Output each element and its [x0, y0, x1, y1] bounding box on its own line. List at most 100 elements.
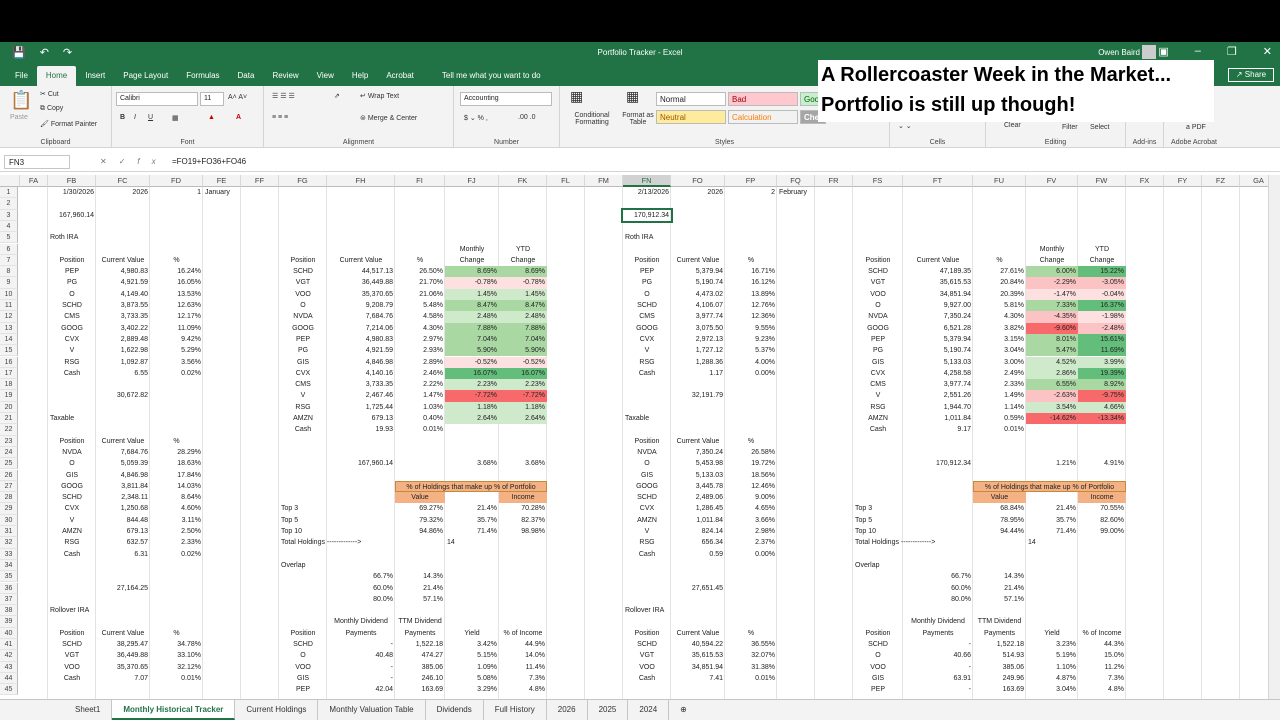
cell-FJ6[interactable]: Monthly — [445, 244, 499, 255]
cell-FI17[interactable]: 2.46% — [395, 368, 445, 379]
cell-FT20[interactable]: 1,944.70 — [903, 402, 973, 413]
cell-FJ21[interactable]: 2.64% — [445, 413, 499, 425]
cell-FC1[interactable]: 2026 — [96, 187, 150, 198]
style-good[interactable]: Goo — [800, 92, 820, 106]
column-header[interactable]: FZ — [1202, 175, 1240, 187]
cell-FT21[interactable]: 1,011.84 — [903, 413, 973, 424]
cell-FO40[interactable]: Current Value — [671, 628, 725, 639]
sheet-tab-sheet1[interactable]: Sheet1 — [64, 700, 113, 720]
cell-FN8[interactable]: PEP — [623, 266, 671, 277]
cell-FH16[interactable]: 4,846.98 — [327, 357, 395, 368]
cell-FN31[interactable]: V — [623, 526, 671, 537]
cell-FN9[interactable]: PG — [623, 277, 671, 288]
cell-FJ11[interactable]: 8.47% — [445, 300, 499, 312]
cell-FC9[interactable]: 4,921.59 — [96, 277, 150, 288]
row-header[interactable]: 13 — [0, 322, 18, 334]
cell-FB29[interactable]: CVX — [48, 503, 96, 514]
cell-FD17[interactable]: 0.02% — [150, 368, 203, 379]
column-header[interactable]: FV — [1026, 175, 1078, 187]
cell-FT37[interactable]: 80.0% — [903, 594, 973, 605]
clear-button[interactable]: Clear — [1004, 122, 1021, 129]
column-header[interactable]: FJ — [445, 175, 499, 187]
cell-FD32[interactable]: 2.33% — [150, 537, 203, 548]
row-header[interactable]: 43 — [0, 661, 18, 673]
row-header[interactable]: 36 — [0, 582, 18, 594]
cell-FW15[interactable]: 11.69% — [1078, 345, 1126, 357]
cell-FU35[interactable]: 14.3% — [973, 571, 1026, 582]
cell-FH14[interactable]: 4,980.83 — [327, 334, 395, 345]
cell-FH45[interactable]: 42.04 — [327, 684, 395, 695]
cell-FS17[interactable]: CVX — [853, 368, 903, 379]
column-header[interactable]: FS — [853, 175, 903, 187]
cell-FI43[interactable]: 385.06 — [395, 662, 445, 673]
format-as-table-button[interactable]: Format as Table — [618, 112, 658, 126]
cell-FH10[interactable]: 35,370.65 — [327, 289, 395, 300]
cell-FT8[interactable]: 47,189.35 — [903, 266, 973, 277]
tab-home[interactable]: Home — [36, 66, 77, 86]
cell-FI45[interactable]: 163.69 — [395, 684, 445, 695]
cell-FT16[interactable]: 5,133.03 — [903, 357, 973, 368]
cell-FT11[interactable]: 9,927.00 — [903, 300, 973, 311]
cell-FS42[interactable]: O — [853, 650, 903, 661]
cell-FN27[interactable]: GOOG — [623, 481, 671, 492]
cell-FI8[interactable]: 26.50% — [395, 266, 445, 277]
wrap-text-button[interactable]: ↵ Wrap Text — [360, 92, 399, 100]
cell-FS21[interactable]: AMZN — [853, 413, 903, 424]
cell-FJ29[interactable]: 21.4% — [445, 503, 499, 514]
cell-FS10[interactable]: VOO — [853, 289, 903, 300]
cell-FC23[interactable]: Current Value — [96, 436, 150, 447]
cell-FI21[interactable]: 0.40% — [395, 413, 445, 424]
cell-FB11[interactable]: SCHD — [48, 300, 96, 311]
cell-FS8[interactable]: SCHD — [853, 266, 903, 277]
row-header[interactable]: 9 — [0, 277, 18, 289]
cell-FO12[interactable]: 3,977.74 — [671, 311, 725, 322]
row-header[interactable]: 19 — [0, 390, 18, 402]
format-painter-button[interactable]: 🖌 Format Painter — [40, 120, 97, 128]
format-table-icon[interactable]: ▦ — [626, 88, 639, 105]
cell-FH44[interactable]: - — [327, 673, 395, 684]
cell-FD10[interactable]: 13.53% — [150, 289, 203, 300]
cell-FV8[interactable]: 6.00% — [1026, 266, 1078, 278]
cell-FU28[interactable]: Value — [973, 492, 1026, 503]
row-header[interactable]: 5 — [0, 232, 18, 244]
cell-FG20[interactable]: RSG — [279, 402, 327, 413]
cell-FW30[interactable]: 82.60% — [1078, 515, 1126, 526]
cell-FU12[interactable]: 4.30% — [973, 311, 1026, 322]
font-name-select[interactable]: Calibri — [116, 92, 198, 106]
cell-FB43[interactable]: VOO — [48, 662, 96, 673]
cell-FG31[interactable]: Top 10 — [279, 526, 327, 537]
cell-FG40[interactable]: Position — [279, 628, 327, 639]
cell-FG21[interactable]: AMZN — [279, 413, 327, 424]
cell-FN13[interactable]: GOOG — [623, 323, 671, 334]
column-header[interactable]: FI — [395, 175, 445, 187]
sheet-tab-full-history[interactable]: Full History — [484, 700, 547, 720]
cell-FK17[interactable]: 16.07% — [499, 367, 547, 380]
cell-FP17[interactable]: 0.00% — [725, 368, 777, 379]
row-header[interactable]: 26 — [0, 469, 18, 481]
tab-acrobat[interactable]: Acrobat — [377, 66, 423, 86]
cell-FI7[interactable]: % — [395, 255, 445, 266]
cell-FN14[interactable]: CVX — [623, 334, 671, 345]
cell-FT17[interactable]: 4,258.58 — [903, 368, 973, 379]
cell-FC40[interactable]: Current Value — [96, 628, 150, 639]
cell-FS41[interactable]: SCHD — [853, 639, 903, 650]
cell-FV41[interactable]: 3.23% — [1026, 639, 1078, 650]
tab-data[interactable]: Data — [229, 66, 264, 86]
cell-FI19[interactable]: 1.47% — [395, 390, 445, 401]
cell-FT13[interactable]: 6,521.28 — [903, 323, 973, 334]
cell-FG8[interactable]: SCHD — [279, 266, 327, 277]
cell-FJ25[interactable]: 3.68% — [445, 458, 499, 469]
row-header[interactable]: 29 — [0, 503, 18, 515]
cell-FJ14[interactable]: 7.04% — [445, 333, 499, 346]
cell-FO13[interactable]: 3,075.50 — [671, 323, 725, 334]
cell-FG43[interactable]: VOO — [279, 662, 327, 673]
cell-FB24[interactable]: NVDA — [48, 447, 96, 458]
cell-FN29[interactable]: CVX — [623, 503, 671, 514]
cell-FH15[interactable]: 4,921.59 — [327, 345, 395, 356]
cell-FS31[interactable]: Top 10 — [853, 526, 903, 537]
cell-FG10[interactable]: VOO — [279, 289, 327, 300]
tab-help[interactable]: Help — [343, 66, 377, 86]
cell-FB23[interactable]: Position — [48, 436, 96, 447]
cell-FD44[interactable]: 0.01% — [150, 673, 203, 684]
cell-FN40[interactable]: Position — [623, 628, 671, 639]
